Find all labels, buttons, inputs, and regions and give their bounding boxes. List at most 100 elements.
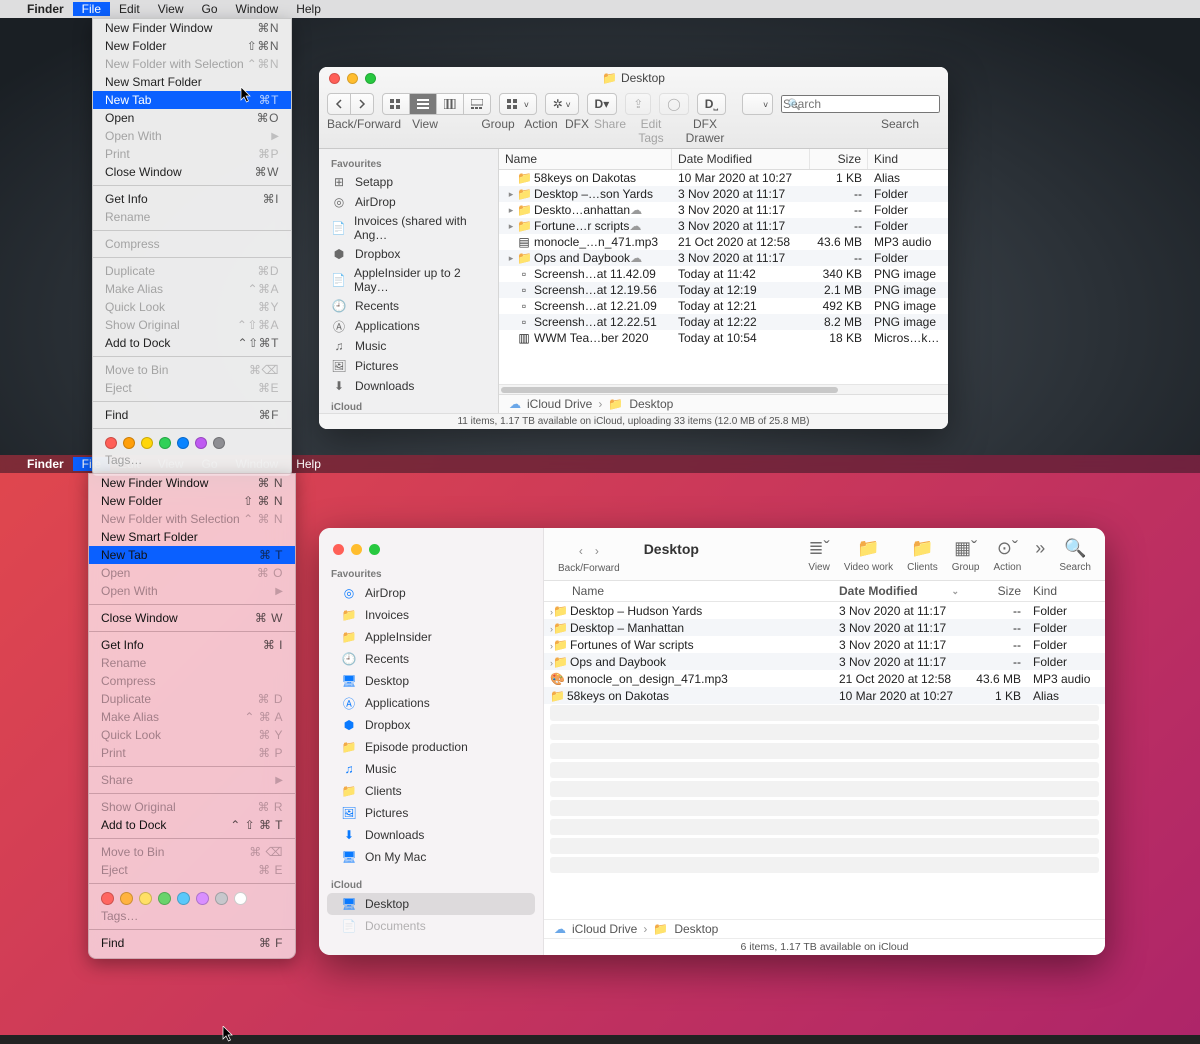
tag-color-dot[interactable]	[215, 892, 228, 905]
menuitem-close-window[interactable]: Close Window⌘W	[93, 163, 291, 181]
list-header[interactable]: Name Date Modified⌄ Size Kind	[544, 581, 1105, 602]
menuitem-open[interactable]: Open⌘O	[93, 109, 291, 127]
col-date[interactable]: Date Modified	[672, 149, 810, 169]
path-desktop[interactable]: Desktop	[674, 922, 718, 936]
file-menu-dropdown[interactable]: New Finder Window⌘NNew Folder⇧⌘NNew Fold…	[92, 18, 292, 476]
tag-color-dot[interactable]	[141, 437, 153, 449]
file-row[interactable]: 📁58keys on Dakotas10 Mar 2020 at 10:271 …	[544, 687, 1105, 704]
menuitem-close-window[interactable]: Close Window⌘ W	[89, 609, 295, 627]
forward-button[interactable]: ›	[591, 542, 603, 560]
sidebar-item-dropbox[interactable]: ⬢Dropbox	[327, 714, 535, 736]
col-kind[interactable]: Kind	[868, 149, 948, 169]
menubar-item-help[interactable]: Help	[287, 2, 330, 16]
sidebar-item-appleinsider[interactable]: 📁AppleInsider	[327, 626, 535, 648]
sidebar-item-downloads[interactable]: ⬇︎Downloads	[327, 824, 535, 846]
edit-tags-button[interactable]: ◯	[659, 93, 688, 115]
menuitem-new-smart-folder[interactable]: New Smart Folder	[93, 73, 291, 91]
minimize-window-icon[interactable]	[347, 73, 358, 84]
finder-window-catalina[interactable]: 📁Desktop ⅴ ✲ⅴ D▾ ⇪ ◯ D⎵	[319, 67, 948, 429]
file-row[interactable]: ›📁Desktop – Manhattan3 Nov 2020 at 11:17…	[544, 619, 1105, 636]
col-size[interactable]: Size	[965, 581, 1027, 601]
sidebar[interactable]: Favourites ⊞Setapp◎AirDrop📄Invoices (sha…	[319, 149, 499, 413]
forward-button[interactable]	[351, 94, 373, 114]
sidebar-item-airdrop[interactable]: ◎AirDrop	[327, 582, 535, 604]
view-mode-group[interactable]	[382, 93, 491, 115]
menubar-item-help[interactable]: Help	[287, 457, 330, 471]
dfx-button[interactable]: D▾	[587, 93, 618, 115]
file-row[interactable]: ▫Screensh…at 11.42.09Today at 11:42340 K…	[499, 266, 948, 282]
tag-color-dot[interactable]	[195, 437, 207, 449]
finder-window-bigsur[interactable]: Favourites ◎AirDrop📁Invoices📁AppleInside…	[319, 528, 1105, 955]
share-button[interactable]: ⇪	[625, 93, 651, 115]
group-button[interactable]: ⅴ	[499, 93, 537, 115]
col-name[interactable]: Name	[499, 149, 672, 169]
sidebar-item-recents[interactable]: 🕘Recents	[319, 296, 498, 316]
sidebar-item-invoices-shared-with-ang-[interactable]: 📄Invoices (shared with Ang…	[319, 212, 498, 244]
file-row[interactable]: ▸📁Desktop –…son Yards3 Nov 2020 at 11:17…	[499, 186, 948, 202]
list-header[interactable]: Name Date Modified Size Kind	[499, 149, 948, 170]
sidebar-item-airdrop[interactable]: ◎AirDrop	[319, 192, 498, 212]
tag-color-dot[interactable]	[177, 892, 190, 905]
tag-color-dot[interactable]	[101, 892, 114, 905]
path-icloud[interactable]: iCloud Drive	[572, 922, 637, 936]
file-row[interactable]: ›📁Desktop – Hudson Yards3 Nov 2020 at 11…	[544, 602, 1105, 619]
file-row[interactable]: ›📁Fortunes of War scripts3 Nov 2020 at 1…	[544, 636, 1105, 653]
search-button[interactable]: 🔍Search	[1059, 538, 1091, 573]
group-button[interactable]: ▦ˇGroup	[952, 538, 980, 573]
file-row[interactable]: ▫Screensh…at 12.19.56Today at 12:192.1 M…	[499, 282, 948, 298]
tag-color-dot[interactable]	[120, 892, 133, 905]
menubar-app[interactable]: Finder	[18, 0, 73, 18]
menuitem-find[interactable]: Find⌘F	[93, 406, 291, 424]
sidebar-item-on-my-mac[interactable]: 🖥On My Mac	[327, 846, 535, 868]
menubar-item-file[interactable]: File	[73, 2, 110, 16]
file-row[interactable]: 🎨monocle_on_design_471.mp321 Oct 2020 at…	[544, 670, 1105, 687]
file-row[interactable]: ▸📁Ops and Daybook ☁︎3 Nov 2020 at 11:17-…	[499, 250, 948, 266]
sidebar-item-music[interactable]: ♫Music	[319, 336, 498, 356]
disclosure-triangle-icon[interactable]: ▸	[505, 221, 517, 232]
file-row[interactable]: ▫Screensh…at 12.21.09Today at 12:21492 K…	[499, 298, 948, 314]
file-row[interactable]: ▸📁Fortune…r scripts ☁︎3 Nov 2020 at 11:1…	[499, 218, 948, 234]
sidebar-item-pictures[interactable]: 🖼Pictures	[327, 802, 535, 824]
file-row[interactable]: ▫Screensh…at 12.22.51Today at 12:228.2 M…	[499, 314, 948, 330]
horizontal-scrollbar[interactable]	[499, 384, 948, 394]
menuitem-new-folder[interactable]: New Folder⇧ ⌘ N	[89, 492, 295, 510]
col-name[interactable]: Name	[544, 581, 833, 601]
menubar-catalina[interactable]: Finder FileEditViewGoWindowHelp	[0, 0, 1200, 18]
menuitem-new-tab[interactable]: New Tab⌘ T	[89, 546, 295, 564]
action-button[interactable]: ⊙ˇAction	[994, 538, 1022, 573]
window-traffic-lights[interactable]	[329, 73, 376, 84]
menubar-item-edit[interactable]: Edit	[110, 2, 149, 16]
col-kind[interactable]: Kind	[1027, 581, 1105, 601]
sidebar-item-appleinsider-up-to-may-[interactable]: 📄AppleInsider up to 2 May…	[319, 264, 498, 296]
sidebar-item-episode-production[interactable]: 📁Episode production	[327, 736, 535, 758]
file-row[interactable]: ▤monocle_…n_471.mp321 Oct 2020 at 12:584…	[499, 234, 948, 250]
menuitem-new-finder-window[interactable]: New Finder Window⌘N	[93, 19, 291, 37]
view-icons[interactable]	[383, 94, 410, 114]
menuitem-add-to-dock[interactable]: Add to Dock⌃⇧⌘T	[93, 334, 291, 352]
zoom-window-icon[interactable]	[369, 544, 380, 555]
sidebar-item-clients[interactable]: 📁Clients	[327, 780, 535, 802]
zoom-window-icon[interactable]	[365, 73, 376, 84]
view-gallery[interactable]	[464, 94, 490, 114]
tag-color-row[interactable]	[89, 888, 295, 907]
menubar-app[interactable]: Finder	[18, 455, 73, 473]
col-size[interactable]: Size	[810, 149, 868, 169]
back-forward-group[interactable]: ‹›	[575, 542, 603, 560]
menuitem-get-info[interactable]: Get Info⌘ I	[89, 636, 295, 654]
tag-color-dot[interactable]	[213, 437, 225, 449]
overflow-button[interactable]: »	[1035, 538, 1045, 573]
menuitem-new-folder[interactable]: New Folder⇧⌘N	[93, 37, 291, 55]
col-date[interactable]: Date Modified⌄	[833, 581, 965, 601]
file-row[interactable]: ▥WWM Tea…ber 2020Today at 10:5418 KBMicr…	[499, 330, 948, 346]
sidebar-item-desktop[interactable]: 🖥Desktop	[327, 893, 535, 915]
file-row[interactable]: ›📁Ops and Daybook3 Nov 2020 at 11:17--Fo…	[544, 653, 1105, 670]
search-field[interactable]	[781, 95, 940, 113]
view-list[interactable]	[410, 94, 437, 114]
sidebar-item-pictures[interactable]: 🖼Pictures	[319, 356, 498, 376]
menuitem-find[interactable]: Find⌘ F	[89, 934, 295, 952]
file-row[interactable]: 📁58keys on Dakotas10 Mar 2020 at 10:271 …	[499, 170, 948, 186]
path-desktop[interactable]: Desktop	[629, 397, 673, 411]
sidebar-item-dropbox[interactable]: ⬢Dropbox	[319, 244, 498, 264]
folder-clients[interactable]: 📁Clients	[907, 538, 938, 573]
sidebar-item-applications[interactable]: ⒶApplications	[327, 692, 535, 714]
